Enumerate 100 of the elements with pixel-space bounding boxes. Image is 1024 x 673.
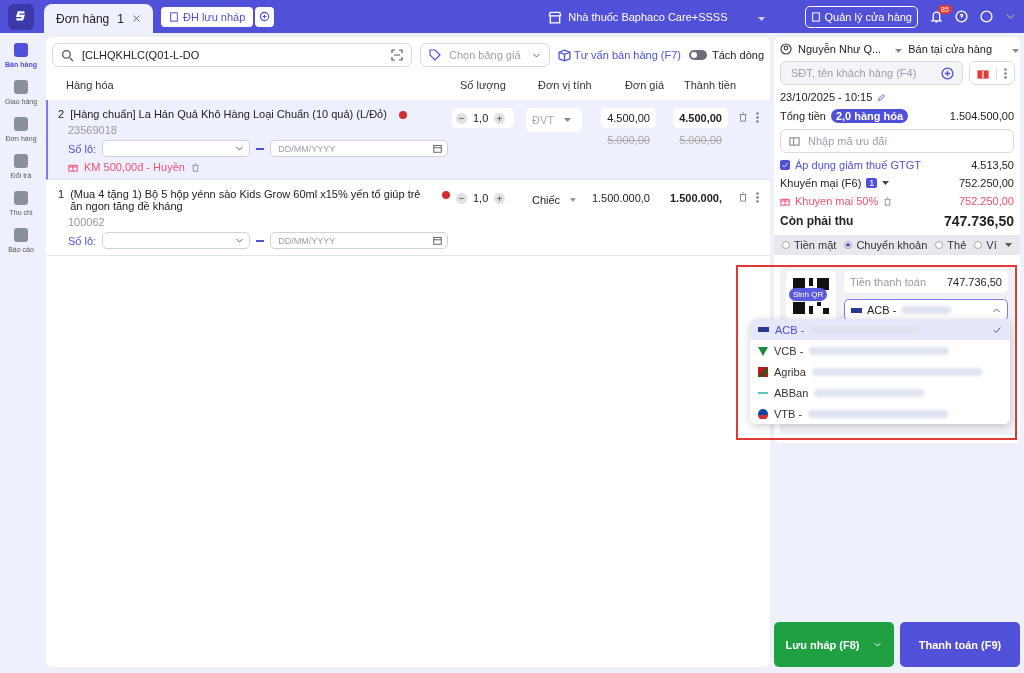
chevron-down-icon <box>235 144 245 153</box>
payment-method-option[interactable]: Thẻ <box>935 239 967 251</box>
chevron-down-icon <box>235 236 245 245</box>
logo-icon <box>14 9 28 24</box>
order-tab[interactable]: Đơn hàng 1 <box>44 4 153 33</box>
qr-code-icon <box>791 276 831 316</box>
checkout-button[interactable]: Thanh toán (F9) <box>900 622 1020 667</box>
more-icon <box>980 10 993 23</box>
column-header: Thành tiền <box>683 79 736 91</box>
unit-price: 4.500,00 <box>601 108 656 128</box>
radio-button[interactable] <box>935 241 944 249</box>
plus-button[interactable] <box>494 112 506 124</box>
radio-button[interactable] <box>844 241 853 249</box>
coupon-field[interactable]: Nhập mã ưu đãi <box>780 129 1014 153</box>
quantity-stepper[interactable]: 1,0 <box>452 108 514 128</box>
delete-button[interactable] <box>883 196 893 206</box>
minus-button[interactable] <box>456 112 467 124</box>
store-management-button[interactable]: Quản lý cửa hàng <box>804 5 918 28</box>
bank-option[interactable]: Agriba <box>750 361 1010 382</box>
line-number: 1 <box>58 188 65 200</box>
total-amount: 1.504.500,00 <box>949 110 1014 122</box>
promotion-text: KM 500,00đ - Huyền <box>84 161 185 173</box>
coupon-input[interactable]: Nhập mã ưu đãi <box>806 134 1005 148</box>
payment-amount-label: Tiền thanh toán <box>850 276 927 288</box>
plus-icon <box>496 194 504 202</box>
search-field[interactable]: [CLHQKHLC(Q01-L-DO <box>52 43 412 67</box>
customer-select[interactable]: Nguyễn Như Q... <box>780 43 903 55</box>
warning-icon <box>442 191 451 199</box>
item-count-badge: 2,0 hàng hóa <box>830 109 909 123</box>
split-lines-label: Tách dòng <box>712 49 764 61</box>
radio-button[interactable] <box>974 241 983 249</box>
minus-button[interactable] <box>456 192 467 204</box>
tag-icon <box>429 49 441 61</box>
bank-option[interactable]: ACB - <box>750 319 1010 340</box>
sales-channel-select[interactable]: Bán tại cửa hàng <box>908 43 1019 55</box>
trash-icon <box>738 192 748 202</box>
more-vertical-icon <box>1004 67 1007 79</box>
promotion-count-badge: 1 <box>866 178 878 188</box>
trash-icon <box>738 112 748 122</box>
batch-label: Số lô: <box>68 234 97 247</box>
store-icon <box>548 9 563 24</box>
search-icon <box>61 48 74 62</box>
caret-icon <box>1005 243 1012 247</box>
unit-price: 1.500.000,0 <box>590 191 651 206</box>
tax-checkbox[interactable] <box>780 160 790 170</box>
customer-search-field[interactable]: SĐT, tên khách hàng (F4) <box>780 61 963 85</box>
price-list-select[interactable]: Chọn bảng giá <box>420 43 550 67</box>
expand-button[interactable] <box>882 181 890 185</box>
expiry-date-field[interactable]: DD/MM/YYYY <box>270 232 449 249</box>
radio-button[interactable] <box>782 241 790 249</box>
order-line-row[interactable]: 2 [Hàng chuẩn] La Hán Quả Khô Hàng Loại Chuẩn (10 quả) (L/Đỏ) 23569018 Số lô: DD/MM/YYYY KM 500,00đ - Huyền 1,0 ĐVT 4.500,00 5.000,00 4.500,00 5.000,00 <box>46 100 770 180</box>
store-selector[interactable]: Nhà thuốc Baphaco Care+SSSS <box>548 9 765 24</box>
line-total: 4.500,00 <box>673 108 728 128</box>
product-name: [Hàng chuẩn] La Hán Quả Khô Hàng Loại Chuẩn (10 quả) (L/Đỏ) <box>70 108 387 120</box>
calendar-icon <box>433 236 443 245</box>
date-input[interactable]: DD/MM/YYYY <box>276 142 430 155</box>
sales-advice-link[interactable]: Tư vấn bán hàng (F7) <box>558 48 681 62</box>
bank-option[interactable]: VCB - <box>750 340 1010 361</box>
warning-icon <box>398 111 407 119</box>
blurred-account <box>901 306 952 314</box>
price-list-input[interactable]: Chọn bảng giá <box>447 48 526 62</box>
split-lines-toggle[interactable] <box>689 50 707 60</box>
original-total: 5.000,00 <box>679 134 723 146</box>
add-tab-button[interactable] <box>255 6 275 27</box>
help-button[interactable] <box>955 10 968 23</box>
bank-account-select[interactable]: ACB - <box>844 299 1008 321</box>
payment-method-option[interactable]: Tiền mặt <box>782 239 837 251</box>
expiry-date-field[interactable]: DD/MM/YYYY <box>270 140 449 157</box>
bank-logo-icon <box>758 408 768 419</box>
plus-button[interactable] <box>494 192 506 204</box>
promotion-value: 752.250,00 <box>958 195 1014 207</box>
bank-logo-icon <box>758 366 768 377</box>
batch-label: Số lô: <box>68 142 97 155</box>
caret-icon <box>895 49 903 53</box>
search-input[interactable]: [CLHQKHLC(Q01-L-DO <box>80 48 385 62</box>
customer-search-input[interactable]: SĐT, tên khách hàng (F4) <box>789 66 935 80</box>
payment-amount: 747.736,50 <box>946 276 1002 288</box>
expand-button[interactable] <box>1005 243 1012 247</box>
bank-logo-icon <box>851 307 862 313</box>
unit-select[interactable]: Chiếc <box>526 188 582 212</box>
shield-icon <box>758 345 768 356</box>
bank-option[interactable]: VTB - <box>750 403 1010 424</box>
column-header: Số lượng <box>460 79 507 91</box>
line-number: 2 <box>58 108 65 120</box>
bank-option[interactable]: ABBan <box>750 382 1010 403</box>
payment-method-option[interactable]: Chuyển khoản <box>844 239 928 251</box>
tax-amount: 4.513,50 <box>971 159 1014 171</box>
check-icon <box>781 161 789 169</box>
generate-qr-button[interactable]: Sinh QR <box>789 288 828 301</box>
app-logo[interactable] <box>8 3 34 30</box>
help-icon <box>955 10 968 23</box>
payment-method-option[interactable]: Ví <box>974 239 997 251</box>
draft-orders-button[interactable]: ĐH lưu nháp <box>160 6 254 27</box>
clipboard-icon <box>810 11 821 22</box>
gift-icon <box>68 162 78 172</box>
notification-button[interactable] <box>930 10 943 23</box>
amount-due: 747.736,50 <box>943 213 1014 229</box>
more-vertical-icon <box>756 192 759 203</box>
more-vertical-icon <box>756 112 759 123</box>
date-input[interactable]: DD/MM/YYYY <box>276 234 430 247</box>
